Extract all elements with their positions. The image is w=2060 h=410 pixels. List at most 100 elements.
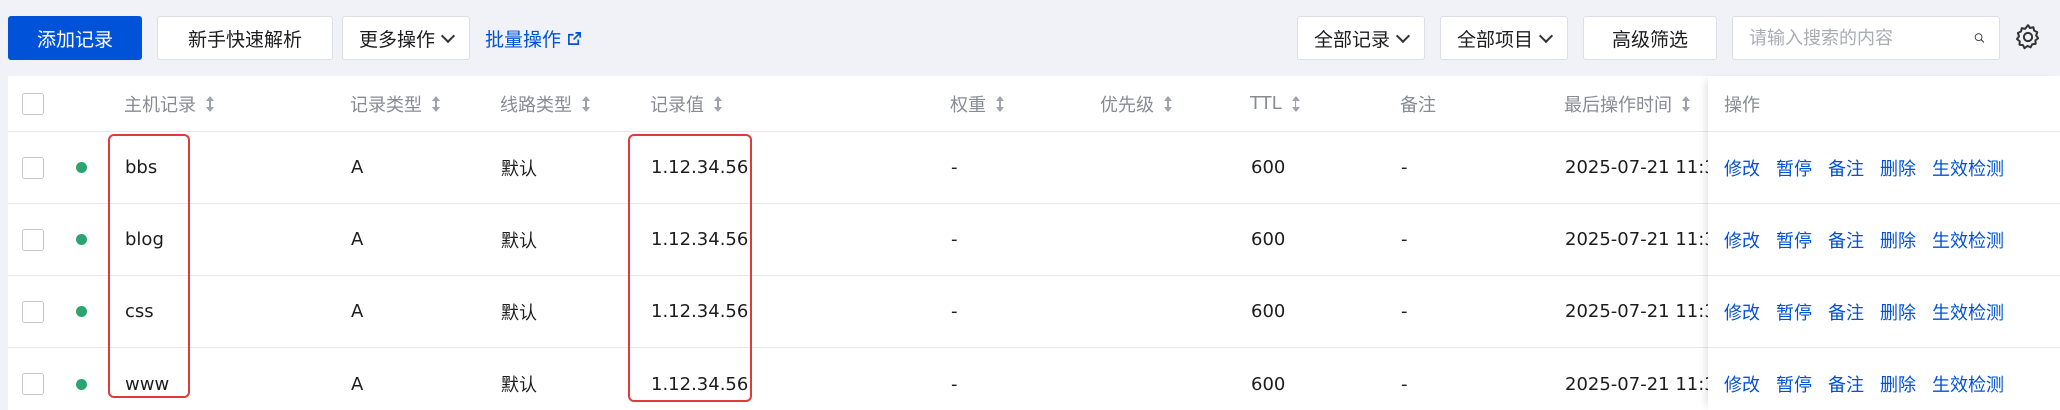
delete-link[interactable]: 删除 [1880,155,1916,181]
advanced-filter-button[interactable]: 高级筛选 [1583,16,1717,60]
pause-link[interactable]: 暂停 [1776,299,1812,325]
edit-link[interactable]: 修改 [1724,371,1760,397]
quick-parse-button[interactable]: 新手快速解析 [157,16,333,60]
col-weight[interactable]: 权重 [950,76,1004,131]
host-cell: blog [125,229,164,250]
col-note: 备注 [1400,76,1436,131]
time-cell: 2025-07-21 11:3 [1565,229,1708,250]
sort-icon [1682,95,1690,112]
note-link[interactable]: 备注 [1828,299,1864,325]
row-actions: 修改 暂停 备注 删除 生效检测 [1708,276,2060,348]
edit-link[interactable]: 修改 [1724,155,1760,181]
row-select-cell [22,204,44,275]
note-cell: - [1401,229,1408,250]
row-actions: 修改 暂停 备注 删除 生效检测 [1708,348,2060,410]
weight-cell: - [951,157,958,178]
col-value[interactable]: 记录值 [650,76,722,131]
status-cell [76,204,87,275]
delete-link[interactable]: 删除 [1880,227,1916,253]
line-cell: 默认 [501,230,537,252]
col-line-label: 线路类型 [500,94,572,116]
ttl-cell: 600 [1251,301,1286,322]
more-actions-dropdown[interactable]: 更多操作 [342,16,470,60]
verify-link[interactable]: 生效检测 [1932,299,2004,325]
toolbar: 添加记录 新手快速解析 更多操作 批量操作 全部记录 全部项目 高级筛选 [0,0,2060,76]
ttl-cell: 600 [1251,229,1286,250]
value-cell: 1.12.34.56 [651,373,749,395]
col-priority-label: 优先级 [1100,94,1154,116]
row-actions: 修改 暂停 备注 删除 生效检测 [1708,132,2060,204]
sort-icon [582,95,590,112]
pause-link[interactable]: 暂停 [1776,227,1812,253]
records-table: 主机记录 记录类型 线路类型 记录值 权重 优先级 TTL 备注 最后操作时间 … [8,76,2060,410]
status-dot [76,234,87,245]
note-link[interactable]: 备注 [1828,371,1864,397]
time-cell: 2025-07-21 11:3 [1565,373,1708,395]
more-actions-label: 更多操作 [358,28,435,51]
row-checkbox[interactable] [22,156,44,179]
type-cell: A [351,373,364,395]
status-cell [76,132,87,203]
add-record-button[interactable]: 添加记录 [8,16,142,60]
host-cell: css [125,301,154,322]
weight-cell: - [951,229,958,250]
select-all-checkbox[interactable] [22,92,44,115]
external-link-icon [568,31,581,45]
col-line[interactable]: 线路类型 [500,76,590,131]
weight-cell: - [951,301,958,322]
search-input[interactable] [1749,27,1974,49]
type-cell: A [351,301,364,322]
quick-parse-label: 新手快速解析 [187,28,302,51]
ttl-cell: 600 [1251,373,1286,395]
col-priority[interactable]: 优先级 [1100,76,1172,131]
type-cell: A [351,157,364,178]
all-records-label: 全部记录 [1313,28,1390,51]
line-cell: 默认 [501,302,537,324]
ttl-cell: 600 [1251,157,1286,178]
chevron-down-icon [1538,28,1554,43]
all-projects-label: 全部项目 [1456,28,1533,51]
row-checkbox[interactable] [22,300,44,323]
time-cell: 2025-07-21 11:3 [1565,157,1708,178]
col-ttl[interactable]: TTL [1250,76,1300,131]
note-link[interactable]: 备注 [1828,155,1864,181]
sort-icon [996,95,1004,112]
verify-link[interactable]: 生效检测 [1932,371,2004,397]
add-record-label: 添加记录 [36,28,113,51]
row-checkbox[interactable] [22,373,44,395]
weight-cell: - [951,373,958,395]
pause-link[interactable]: 暂停 [1776,155,1812,181]
time-cell: 2025-07-21 11:3 [1565,301,1708,322]
sort-icon [1164,95,1172,112]
verify-link[interactable]: 生效检测 [1932,155,2004,181]
col-time[interactable]: 最后操作时间 [1564,76,1690,131]
row-checkbox[interactable] [22,228,44,251]
gear-icon[interactable] [2013,22,2043,52]
edit-link[interactable]: 修改 [1724,227,1760,253]
batch-actions-link[interactable]: 批量操作 [485,16,582,60]
pause-link[interactable]: 暂停 [1776,371,1812,397]
host-cell: www [125,373,170,395]
delete-link[interactable]: 删除 [1880,299,1916,325]
sort-icon [1291,95,1300,112]
all-projects-dropdown[interactable]: 全部项目 [1440,16,1568,60]
edit-link[interactable]: 修改 [1724,299,1760,325]
host-cell: bbs [125,157,158,178]
all-records-dropdown[interactable]: 全部记录 [1297,16,1425,60]
note-link[interactable]: 备注 [1828,227,1864,253]
status-dot [76,162,87,173]
col-type[interactable]: 记录类型 [350,76,440,131]
note-cell: - [1401,157,1408,178]
sort-icon [714,95,722,112]
col-actions-label: 操作 [1724,94,1760,116]
search-icon[interactable] [1974,26,1985,50]
col-host[interactable]: 主机记录 [124,76,214,131]
delete-link[interactable]: 删除 [1880,371,1916,397]
col-time-label: 最后操作时间 [1564,94,1672,116]
line-cell: 默认 [501,158,537,180]
row-actions: 修改 暂停 备注 删除 生效检测 [1708,204,2060,276]
value-cell: 1.12.34.56 [651,229,749,250]
col-host-label: 主机记录 [124,94,196,116]
verify-link[interactable]: 生效检测 [1932,227,2004,253]
chevron-down-icon [440,28,456,43]
